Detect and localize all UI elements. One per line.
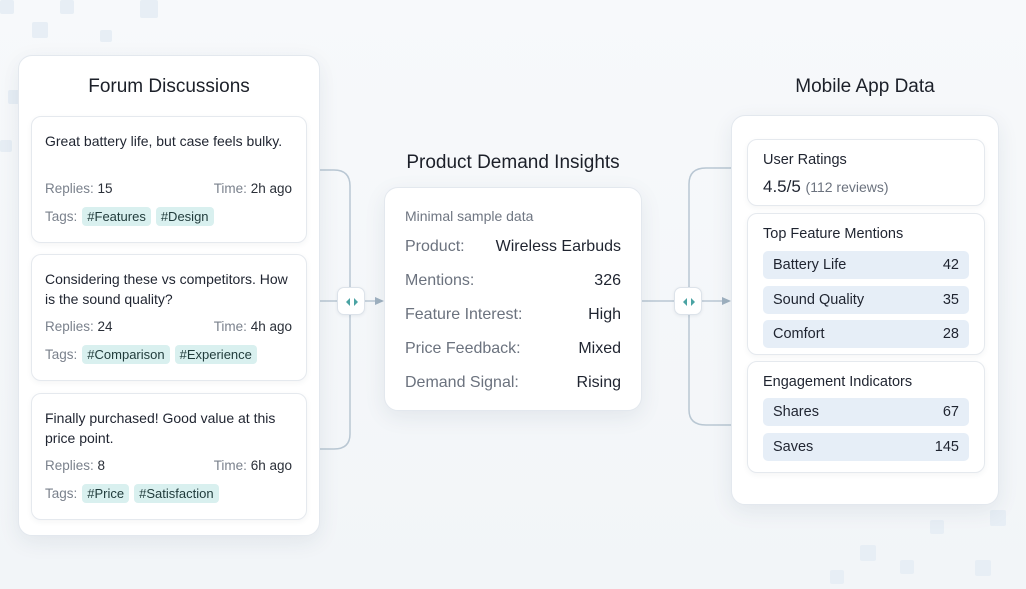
tags-label: Tags: [45, 209, 78, 224]
engagement-count: 145 [934, 439, 959, 455]
tags-label: Tags: [45, 347, 78, 362]
forum-post[interactable]: Finally purchased! Good value at this pr… [31, 393, 307, 520]
insight-row: Feature Interest: High [405, 306, 621, 324]
insight-key: Mentions: [405, 272, 475, 289]
insights-title: Product Demand Insights [406, 152, 620, 173]
feature-item: Comfort 28 [763, 320, 969, 348]
time-label: Time: [213, 181, 247, 196]
feature-label: Comfort [773, 326, 825, 342]
post-text: Finally purchased! Good value at this pr… [45, 410, 276, 446]
tag-chip[interactable]: #Design [155, 207, 214, 226]
insight-key: Product: [405, 238, 465, 255]
insight-key: Price Feedback: [405, 340, 521, 357]
card-heading: User Ratings [763, 152, 847, 168]
replies-label: Replies: [45, 458, 94, 473]
post-time: 6h ago [250, 458, 292, 473]
post-time: 4h ago [250, 319, 292, 334]
review-count: (112 reviews) [805, 179, 889, 195]
mobile-app-title: Mobile App Data [795, 76, 935, 97]
tag-chip[interactable]: #Experience [174, 345, 257, 364]
feature-count: 42 [942, 257, 959, 273]
insight-key: Feature Interest: [405, 306, 523, 323]
post-meta: Replies: 15 Time: 2h ago [45, 181, 292, 196]
insight-value: 326 [594, 272, 621, 289]
post-meta: Replies: 24 Time: 4h ago [45, 319, 292, 334]
post-meta: Replies: 8 Time: 6h ago [45, 458, 292, 473]
post-time: 2h ago [250, 181, 292, 196]
engagement-label: Shares [773, 404, 819, 420]
feature-item: Battery Life 42 [763, 251, 969, 279]
replies-count: 24 [97, 319, 113, 334]
time-label: Time: [213, 319, 247, 334]
rating-value: 4.5/5 (112 reviews) [763, 177, 889, 197]
insight-value: High [588, 306, 621, 323]
rating-score: 4.5/5 [763, 177, 801, 196]
post-tags: Tags: #Comparison #Experience [45, 345, 257, 364]
forum-post[interactable]: Great battery life, but case feels bulky… [31, 116, 307, 243]
engagement-label: Saves [773, 439, 814, 455]
time-label: Time: [213, 458, 247, 473]
replies-count: 15 [97, 181, 113, 196]
feature-count: 28 [942, 326, 959, 342]
feature-label: Sound Quality [773, 292, 865, 308]
tag-chip[interactable]: #Comparison [82, 345, 170, 364]
tag-chip[interactable]: #Price [82, 484, 130, 503]
insight-value: Rising [576, 374, 621, 391]
post-text: Considering these vs competitors. How is… [45, 271, 288, 307]
card-heading: Engagement Indicators [763, 374, 913, 390]
engagement-count: 67 [942, 404, 959, 420]
forum-post[interactable]: Considering these vs competitors. How is… [31, 254, 307, 381]
insight-row: Price Feedback: Mixed [405, 340, 621, 358]
insight-key: Demand Signal: [405, 374, 519, 391]
engagement-indicators-card: Engagement Indicators Shares 67 Saves 14… [747, 361, 985, 473]
card-heading: Top Feature Mentions [763, 226, 904, 242]
insight-value: Mixed [578, 340, 621, 357]
feature-count: 35 [942, 292, 959, 308]
insight-row: Mentions: 326 [405, 272, 621, 290]
replies-label: Replies: [45, 319, 94, 334]
top-feature-mentions-card: Top Feature Mentions Battery Life 42 Sou… [747, 213, 985, 355]
feature-label: Battery Life [773, 257, 847, 273]
user-ratings-card: User Ratings 4.5/5 (112 reviews) [747, 139, 985, 206]
tags-label: Tags: [45, 486, 78, 501]
replies-count: 8 [97, 458, 106, 473]
product-demand-insights-panel: Minimal sample data Product: Wireless Ea… [384, 187, 642, 411]
post-tags: Tags: #Price #Satisfaction [45, 484, 219, 503]
insights-note: Minimal sample data [405, 208, 534, 224]
mobile-app-data-panel: User Ratings 4.5/5 (112 reviews) Top Fea… [731, 115, 999, 505]
feature-item: Sound Quality 35 [763, 286, 969, 314]
insight-row: Demand Signal: Rising [405, 374, 621, 392]
insight-row: Product: Wireless Earbuds [405, 238, 621, 256]
tag-chip[interactable]: #Features [82, 207, 151, 226]
flow-chevron-icon [337, 287, 365, 315]
flow-chevron-icon [674, 287, 702, 315]
panel-title: Forum Discussions [88, 76, 250, 97]
replies-label: Replies: [45, 181, 94, 196]
engagement-item: Saves 145 [763, 433, 969, 461]
tag-chip[interactable]: #Satisfaction [134, 484, 219, 503]
post-tags: Tags: #Features #Design [45, 207, 214, 226]
insight-value: Wireless Earbuds [495, 238, 621, 255]
forum-discussions-panel: Forum Discussions Great battery life, bu… [18, 55, 320, 536]
post-text: Great battery life, but case feels bulky… [45, 133, 283, 149]
engagement-item: Shares 67 [763, 398, 969, 426]
